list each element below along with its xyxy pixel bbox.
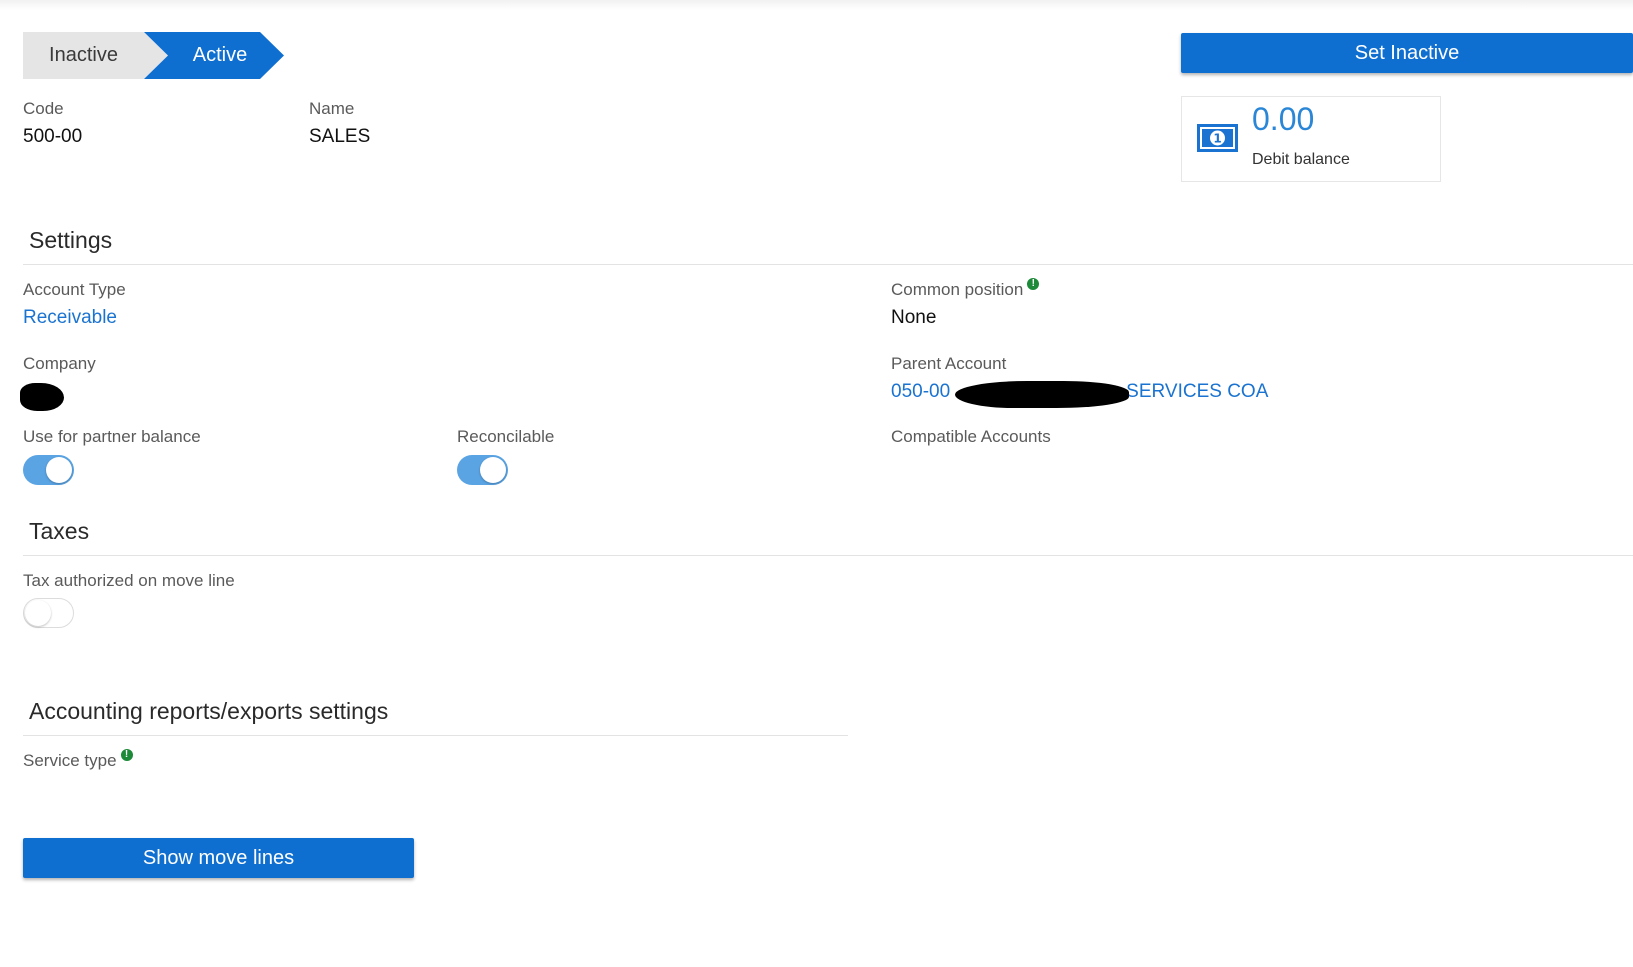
partner-balance-toggle[interactable] [23,455,74,485]
parent-account-label: Parent Account [891,354,1007,373]
name-value: SALES [309,126,371,147]
set-inactive-button[interactable]: Set Inactive [1181,33,1633,73]
common-position-label-wrap: Common position! [891,278,1040,300]
code-value: 500-00 [23,126,83,147]
tax-authorized-label: Tax authorized on move line [23,571,235,590]
parent-account-name: SERVICES COA [1126,381,1269,402]
account-type-label: Account Type [23,280,126,299]
svg-text:1: 1 [1213,132,1221,146]
balance-label: Debit balance [1252,151,1350,168]
name-label: Name [309,99,355,118]
balance-card: 1 0.00 Debit balance [1181,96,1441,182]
compatible-accounts-label: Compatible Accounts [891,427,1051,446]
taxes-title: Taxes [29,518,90,544]
money-bill-icon: 1 [1197,124,1238,157]
balance-amount: 0.00 [1252,101,1315,137]
show-move-lines-button[interactable]: Show move lines [23,838,414,878]
settings-divider [23,264,1633,265]
reports-divider [23,735,848,736]
info-icon[interactable]: ! [120,749,133,761]
service-type-label: Service type [23,751,117,770]
parent-account-redaction [955,381,1129,408]
code-label: Code [23,99,64,118]
company-label: Company [23,354,96,373]
company-redaction [20,383,64,411]
service-type-label-wrap: Service type! [23,749,133,771]
common-position-label: Common position [891,280,1024,299]
common-position-value: None [891,307,937,328]
reports-title: Accounting reports/exports settings [29,698,389,724]
info-icon[interactable]: ! [1027,278,1040,290]
taxes-divider [23,555,1633,556]
reconcilable-toggle[interactable] [457,455,508,485]
account-type-link[interactable]: Receivable [23,307,117,329]
parent-account-code: 050-00 [891,381,951,402]
top-shadow [0,0,1633,10]
tax-authorized-toggle[interactable] [23,598,74,628]
partner-balance-label: Use for partner balance [23,427,201,446]
reconcilable-label: Reconcilable [457,427,555,446]
step-inactive[interactable]: Inactive [23,32,168,79]
settings-title: Settings [29,227,113,253]
